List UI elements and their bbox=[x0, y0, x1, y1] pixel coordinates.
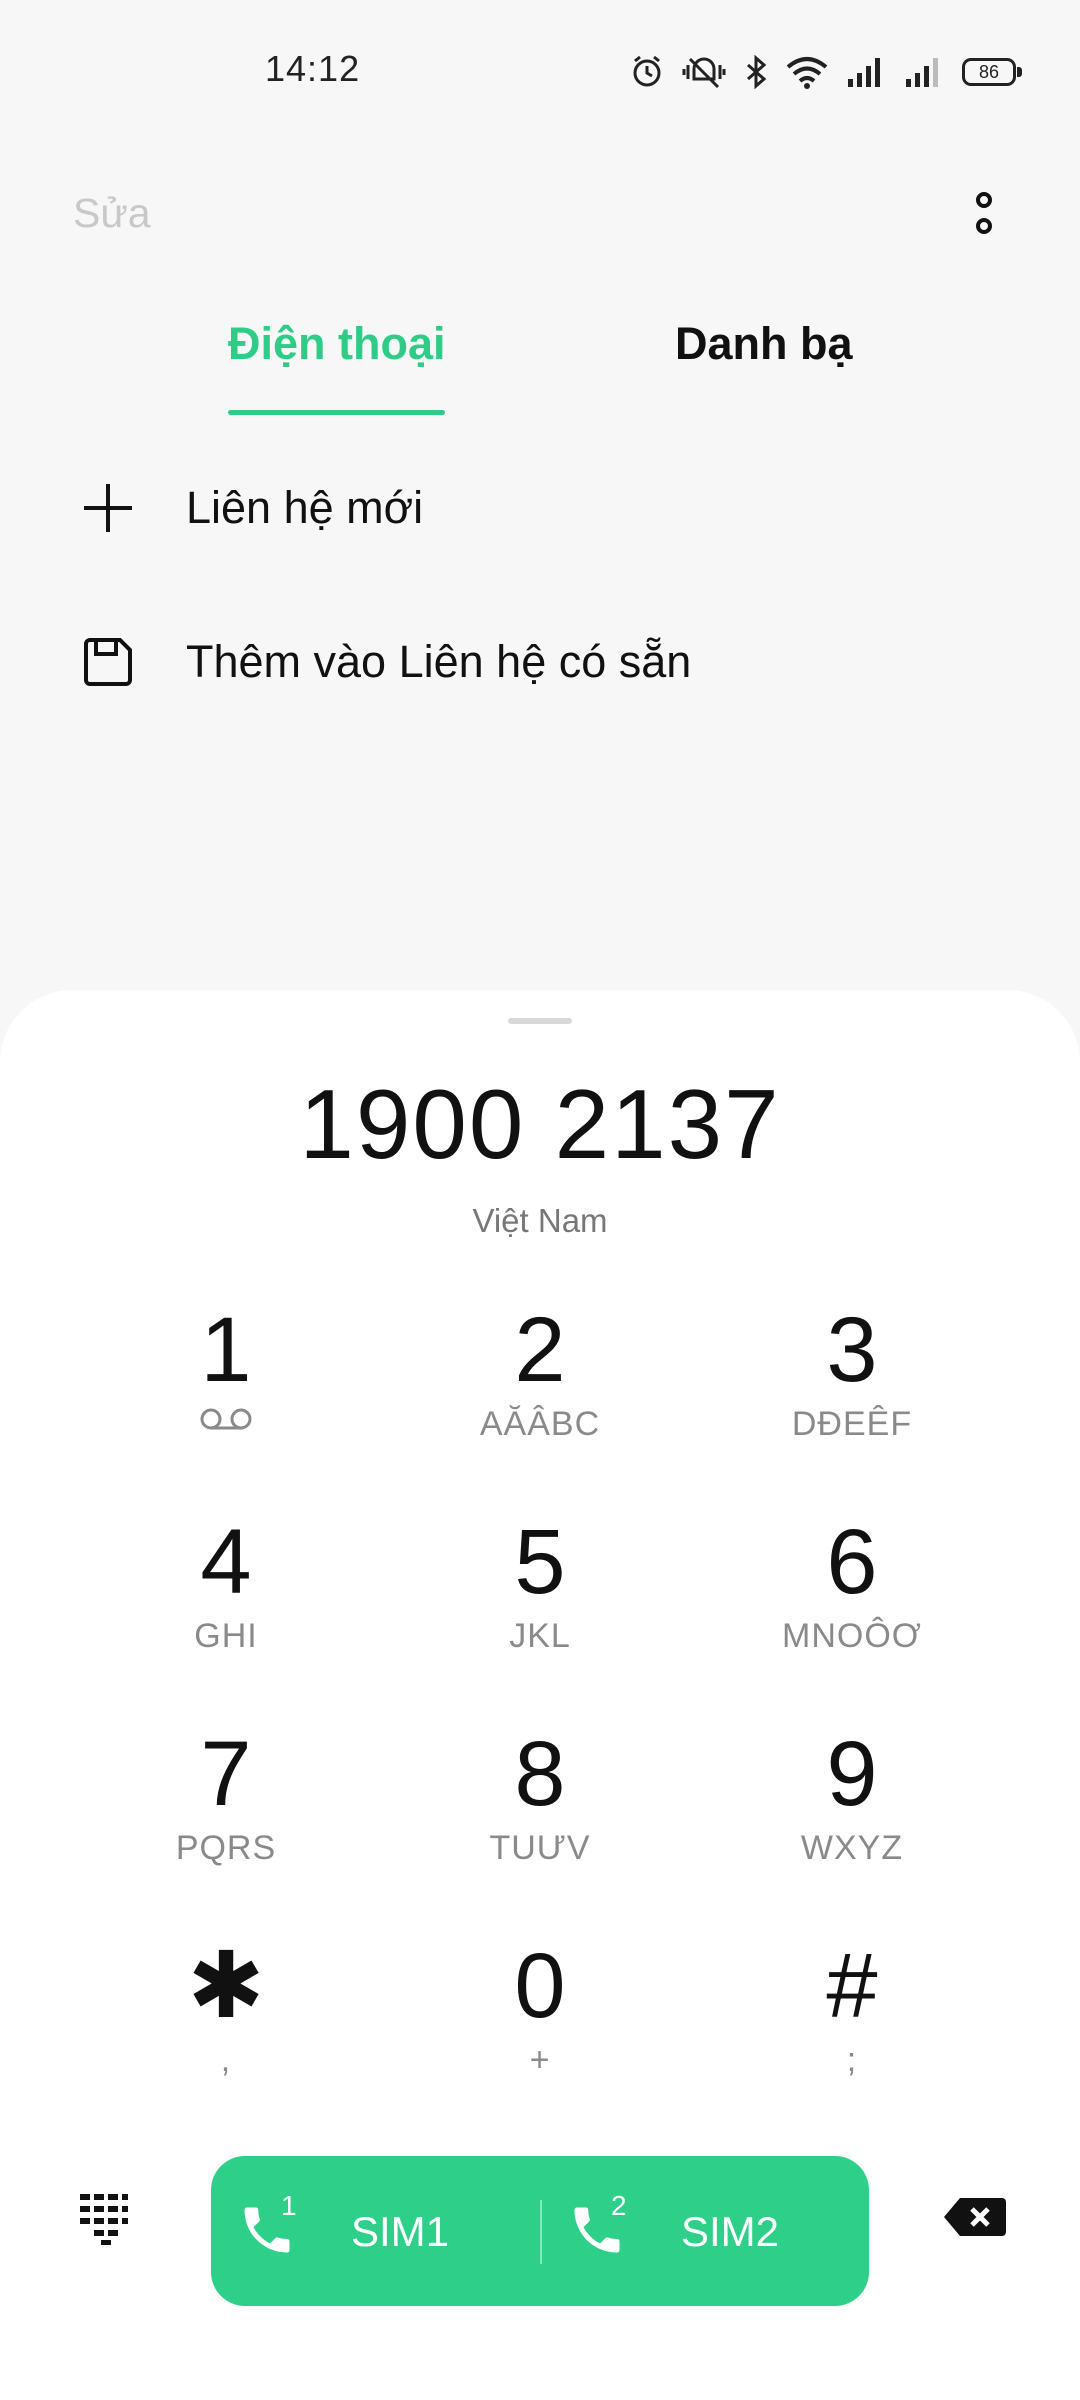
key-3[interactable]: 3 DĐEÊF bbox=[732, 1280, 972, 1470]
status-bar: 14:12 86 bbox=[0, 0, 1080, 140]
key-8[interactable]: 8 TUƯV bbox=[420, 1704, 660, 1894]
key-letters: AĂÂBC bbox=[479, 1405, 601, 1443]
key-digit: 3 bbox=[826, 1299, 878, 1401]
active-tab-indicator bbox=[228, 410, 445, 415]
tab-bar: Điện thoại Danh bạ bbox=[0, 318, 1080, 418]
wifi-icon bbox=[786, 57, 828, 89]
status-time: 14:12 bbox=[265, 48, 361, 89]
key-letters: TUƯV bbox=[489, 1829, 591, 1867]
key-digit: 8 bbox=[514, 1723, 566, 1825]
add-to-existing-contact-row[interactable]: Thêm vào Liên hệ có sẵn bbox=[0, 594, 1080, 724]
dialer-panel: 1900 2137 Việt Nam 1 2 AĂÂBC 3 DĐEÊF 4 G… bbox=[0, 990, 1080, 2400]
sim1-label: SIM1 bbox=[351, 2208, 450, 2255]
key-digit: ✱ bbox=[187, 1935, 265, 2037]
key-0[interactable]: 0 + bbox=[420, 1916, 660, 2106]
key-letters: PQRS bbox=[175, 1829, 277, 1867]
key-star[interactable]: ✱ , bbox=[106, 1916, 346, 2106]
tab-phone[interactable]: Điện thoại bbox=[228, 318, 446, 418]
key-5[interactable]: 5 JKL bbox=[420, 1492, 660, 1682]
alarm-icon bbox=[633, 55, 661, 87]
dialed-number: 1900 2137 bbox=[299, 1069, 781, 1179]
status-icons: 86 bbox=[630, 50, 1022, 94]
save-icon bbox=[84, 638, 132, 686]
key-digit: 5 bbox=[514, 1511, 566, 1613]
key-digit: 6 bbox=[826, 1511, 878, 1613]
more-options-icon[interactable] bbox=[960, 190, 1008, 244]
key-digit: 2 bbox=[514, 1299, 566, 1401]
key-9[interactable]: 9 WXYZ bbox=[732, 1704, 972, 1894]
key-letters: MNOÔƠ bbox=[782, 1617, 922, 1655]
edit-button[interactable]: Sửa bbox=[73, 190, 151, 237]
key-digit: 1 bbox=[200, 1299, 252, 1401]
new-contact-row[interactable]: Liên hệ mới bbox=[0, 440, 1080, 570]
key-6[interactable]: 6 MNOÔƠ bbox=[732, 1492, 972, 1682]
key-letters: GHI bbox=[194, 1617, 258, 1655]
call-sim2-button[interactable]: 2 SIM2 bbox=[541, 2156, 869, 2306]
sim2-index: 2 bbox=[611, 2190, 627, 2221]
vibrate-mute-icon bbox=[682, 57, 726, 89]
key-hash[interactable]: # ; bbox=[732, 1916, 972, 2106]
key-1[interactable]: 1 bbox=[106, 1280, 346, 1470]
key-4[interactable]: 4 GHI bbox=[106, 1492, 346, 1682]
key-2[interactable]: 2 AĂÂBC bbox=[420, 1280, 660, 1470]
bluetooth-icon bbox=[747, 55, 767, 89]
country-label: Việt Nam bbox=[472, 1202, 608, 1239]
tab-contacts[interactable]: Danh bạ bbox=[675, 318, 853, 418]
key-digit: 7 bbox=[200, 1723, 252, 1825]
signal-sim2-icon bbox=[906, 58, 938, 87]
key-letters: , bbox=[220, 2041, 232, 2079]
new-contact-label: Liên hệ mới bbox=[186, 482, 424, 533]
call-sim1-button[interactable]: 1 SIM1 bbox=[211, 2156, 539, 2306]
dialpad-toggle-icon[interactable] bbox=[76, 2190, 132, 2246]
call-bar: 1 SIM1 2 SIM2 bbox=[211, 2156, 869, 2306]
drag-handle[interactable] bbox=[508, 1018, 572, 1024]
backspace-icon[interactable] bbox=[942, 2196, 1008, 2238]
key-digit: 0 bbox=[514, 1935, 566, 2037]
key-letters: WXYZ bbox=[800, 1829, 904, 1867]
signal-sim1-icon bbox=[848, 58, 880, 87]
plus-icon bbox=[84, 484, 132, 532]
key-letters: ; bbox=[846, 2041, 858, 2079]
sim2-label: SIM2 bbox=[681, 2208, 780, 2255]
voicemail-icon bbox=[200, 1408, 252, 1430]
key-digit: # bbox=[826, 1935, 878, 2037]
key-letters: JKL bbox=[509, 1617, 571, 1655]
add-to-existing-contact-label: Thêm vào Liên hệ có sẵn bbox=[186, 636, 692, 687]
key-letters: DĐEÊF bbox=[791, 1405, 913, 1443]
key-letters: + bbox=[529, 2041, 551, 2079]
battery-indicator: 86 bbox=[962, 58, 1022, 86]
key-digit: 9 bbox=[826, 1723, 878, 1825]
sim1-index: 1 bbox=[281, 2190, 297, 2221]
key-7[interactable]: 7 PQRS bbox=[106, 1704, 346, 1894]
key-digit: 4 bbox=[200, 1511, 252, 1613]
